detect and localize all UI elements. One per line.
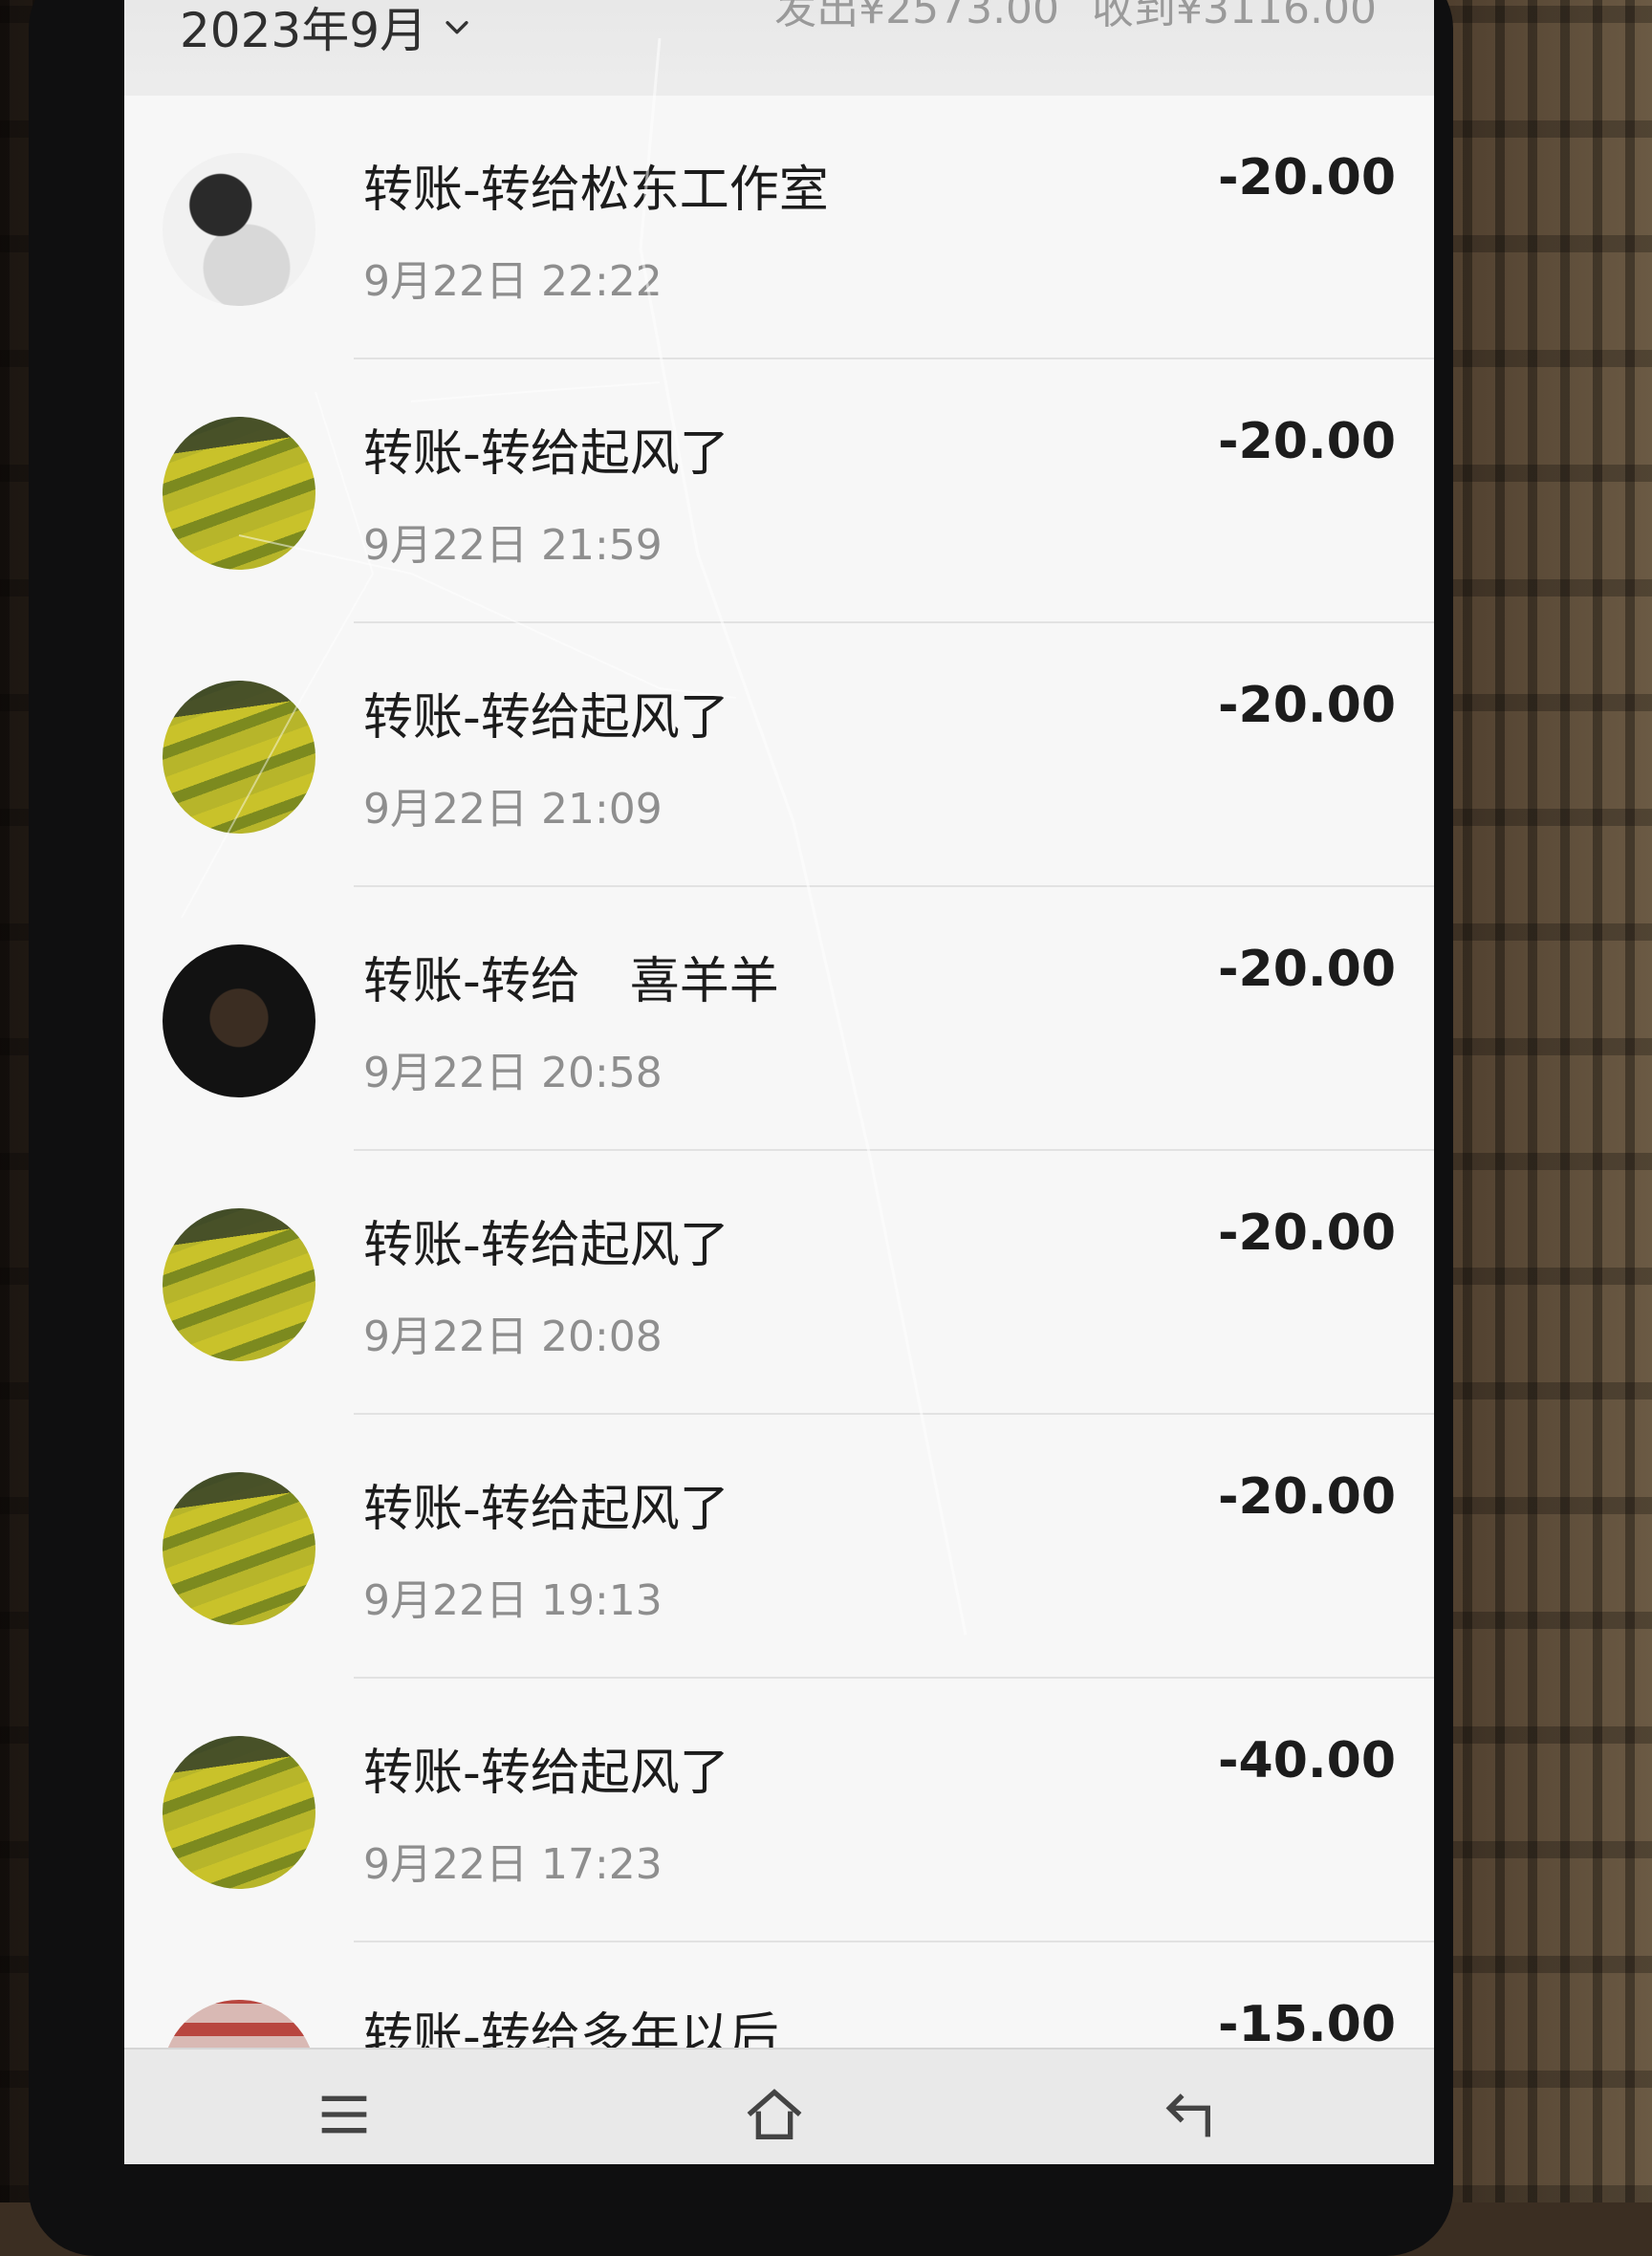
transaction-title: 转账-转给起风了 bbox=[363, 425, 729, 483]
transaction-title: 转账-转给起风了 bbox=[363, 689, 729, 747]
transaction-amount: -20.00 bbox=[1217, 1204, 1396, 1262]
transaction-time: 9月22日 19:13 bbox=[363, 1576, 663, 1625]
transaction-row[interactable]: 转账-转给松东工作室 9月22日 22:22 -20.00 bbox=[124, 96, 1434, 359]
bill-header: 2023年9月 发出¥2573.00 收到¥3116.00 bbox=[124, 0, 1434, 105]
avatar bbox=[163, 153, 315, 306]
transaction-row[interactable]: 转账-转给起风了 9月22日 20:08 -20.00 bbox=[124, 1151, 1434, 1415]
transaction-amount: -20.00 bbox=[1217, 413, 1396, 470]
transaction-row[interactable]: 转账-转给起风了 9月22日 17:23 -40.00 bbox=[124, 1679, 1434, 1942]
avatar bbox=[163, 417, 315, 570]
transaction-title: 转账-转给 喜羊羊 bbox=[363, 953, 779, 1010]
back-icon[interactable] bbox=[1157, 2076, 1233, 2153]
transaction-time: 9月22日 22:22 bbox=[363, 257, 663, 306]
transaction-time: 9月22日 21:09 bbox=[363, 785, 663, 834]
transaction-amount: -20.00 bbox=[1217, 149, 1396, 206]
avatar bbox=[163, 681, 315, 834]
transaction-amount: -20.00 bbox=[1217, 1468, 1396, 1526]
month-summary: 发出¥2573.00 收到¥3116.00 bbox=[774, 0, 1377, 38]
transaction-amount: -15.00 bbox=[1217, 1996, 1396, 2053]
transaction-title: 转账-转给起风了 bbox=[363, 1217, 729, 1274]
transaction-time: 9月22日 20:58 bbox=[363, 1049, 663, 1097]
system-navbar bbox=[124, 2048, 1434, 2164]
home-icon[interactable] bbox=[736, 2076, 813, 2153]
transaction-amount: -40.00 bbox=[1217, 1732, 1396, 1790]
transaction-row[interactable]: 转账-转给 喜羊羊 9月22日 20:58 -20.00 bbox=[124, 887, 1434, 1151]
avatar bbox=[163, 944, 315, 1097]
avatar bbox=[163, 1472, 315, 1625]
transaction-title: 转账-转给起风了 bbox=[363, 1745, 729, 1802]
transaction-title: 转账-转给起风了 bbox=[363, 1481, 729, 1538]
transaction-time: 9月22日 20:08 bbox=[363, 1312, 663, 1361]
sent-total: 发出¥2573.00 bbox=[774, 0, 1060, 33]
screen: 2023年9月 发出¥2573.00 收到¥3116.00 转账-转给松东工作室… bbox=[124, 0, 1434, 2164]
received-total: 收到¥3116.00 bbox=[1092, 0, 1377, 33]
chevron-down-icon bbox=[441, 11, 473, 43]
avatar bbox=[163, 1208, 315, 1361]
transaction-amount: -20.00 bbox=[1217, 677, 1396, 734]
transaction-time: 9月22日 17:23 bbox=[363, 1840, 663, 1889]
phone-frame: 2023年9月 发出¥2573.00 收到¥3116.00 转账-转给松东工作室… bbox=[29, 0, 1453, 2256]
transaction-title: 转账-转给松东工作室 bbox=[363, 162, 829, 219]
transaction-row[interactable]: 转账-转给起风了 9月22日 19:13 -20.00 bbox=[124, 1415, 1434, 1679]
transaction-amount: -20.00 bbox=[1217, 941, 1396, 998]
menu-icon[interactable] bbox=[306, 2076, 382, 2153]
transaction-time: 9月22日 21:59 bbox=[363, 521, 663, 570]
month-label: 2023年9月 bbox=[180, 3, 428, 58]
transaction-list: 转账-转给松东工作室 9月22日 22:22 -20.00 转账-转给起风了 9… bbox=[124, 96, 1434, 2164]
transaction-row[interactable]: 转账-转给起风了 9月22日 21:59 -20.00 bbox=[124, 359, 1434, 623]
month-selector[interactable]: 2023年9月 bbox=[180, 0, 473, 65]
avatar bbox=[163, 1736, 315, 1889]
transaction-row[interactable]: 转账-转给起风了 9月22日 21:09 -20.00 bbox=[124, 623, 1434, 887]
